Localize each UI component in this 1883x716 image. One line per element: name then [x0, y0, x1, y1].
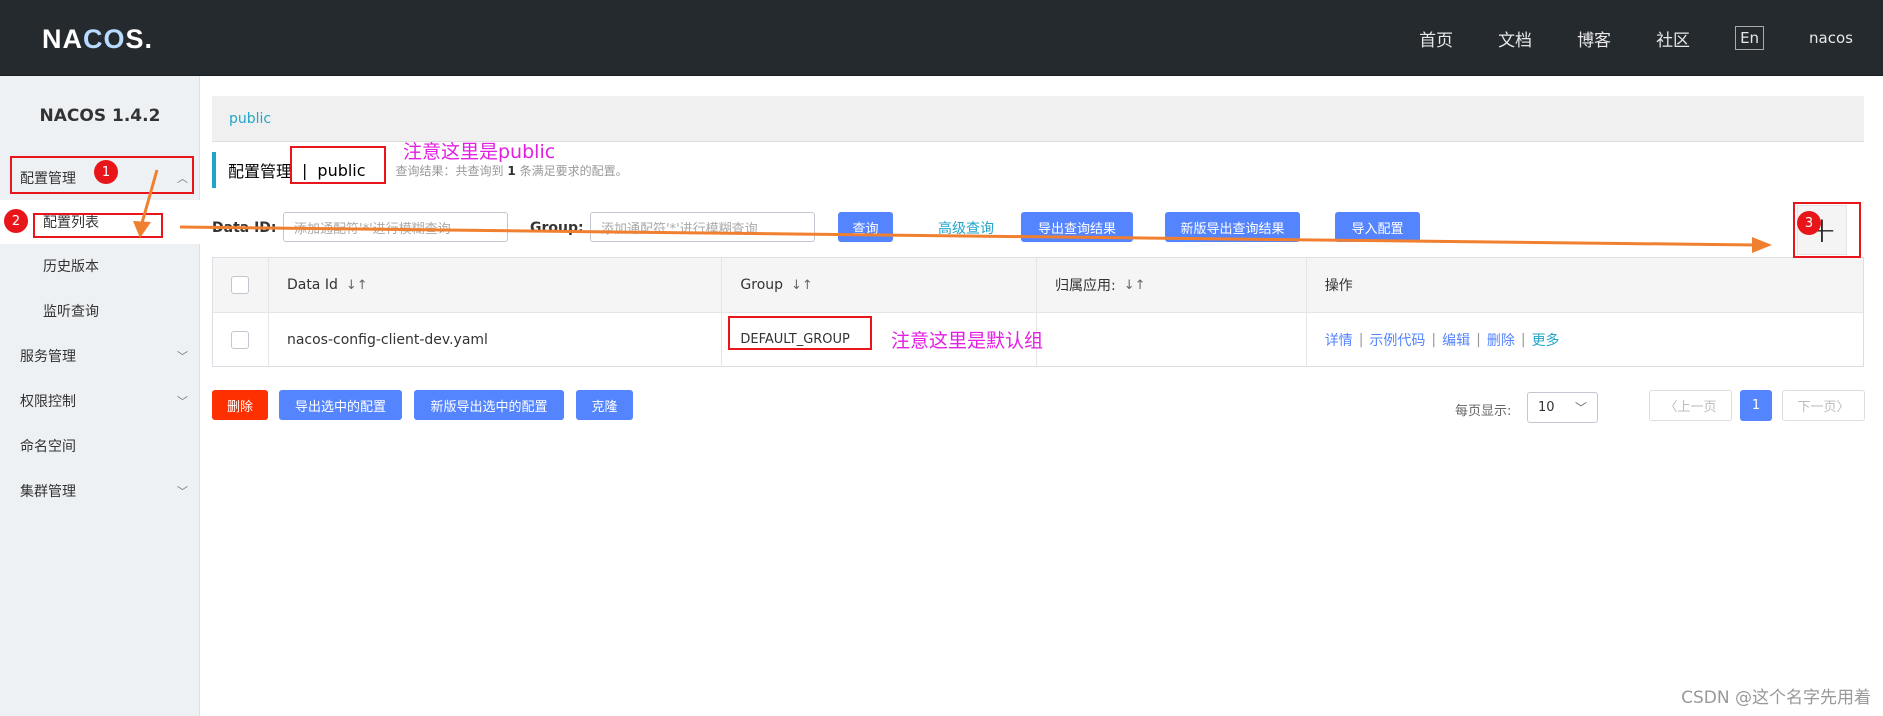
cell-actions: 详情 | 示例代码 | 编辑 | 删除 | 更多: [1307, 313, 1863, 366]
chevron-down-icon: ﹀: [1574, 401, 1587, 415]
annotation-note-default-group: 注意这里是默认组: [891, 330, 1044, 352]
row-checkbox[interactable]: [231, 330, 249, 349]
export-selected-new-button[interactable]: 新版导出选中的配置: [414, 390, 564, 420]
sidebar-item-label: 监听查询: [43, 304, 99, 320]
result-prefix: 查询结果：共查询到: [395, 163, 504, 178]
top-bar: NACOS. 首页 文档 博客 社区 En nacos: [0, 0, 1883, 76]
header-label: 操作: [1324, 278, 1353, 294]
annotation-marker-1: 1: [94, 160, 118, 184]
result-count: 1: [507, 163, 516, 178]
prev-label: 上一页: [1677, 400, 1717, 415]
page-size-select[interactable]: 10 ﹀: [1527, 392, 1598, 423]
namespace-tab-public[interactable]: public: [229, 111, 271, 127]
prev-page-button[interactable]: 〈上一页: [1649, 390, 1732, 421]
delete-selected-button[interactable]: 删除: [212, 390, 268, 420]
namespace-bar: public: [212, 96, 1864, 142]
page-title-main: 配置管理: [228, 162, 293, 181]
annotation-box-config-list: [33, 213, 163, 238]
export-results-new-button[interactable]: 新版导出查询结果: [1165, 212, 1300, 242]
chevron-left-icon: 〈: [1664, 400, 1678, 415]
sort-icon[interactable]: ↓↑: [791, 278, 813, 293]
sidebar-item-listener-query[interactable]: 监听查询: [0, 289, 200, 333]
annotation-note-public: 注意这里是public: [403, 141, 556, 163]
group-label: Group:: [530, 220, 584, 236]
query-result-summary: 查询结果：共查询到 1 条满足要求的配置。: [396, 162, 628, 179]
annotation-box-default-group: [728, 316, 872, 350]
cell-app: [1037, 313, 1307, 366]
header-data-id[interactable]: Data Id ↓↑: [269, 258, 723, 312]
user-menu[interactable]: nacos: [1809, 29, 1853, 47]
sidebar-item-label: 历史版本: [43, 259, 99, 275]
delete-link[interactable]: 删除: [1487, 330, 1515, 350]
advanced-query-link[interactable]: 高级查询: [938, 218, 994, 238]
nav-community[interactable]: 社区: [1656, 26, 1690, 51]
sidebar-item-label: 服务管理: [20, 349, 76, 365]
language-toggle[interactable]: En: [1735, 26, 1765, 50]
nav-home[interactable]: 首页: [1419, 26, 1453, 51]
export-results-button[interactable]: 导出查询结果: [1021, 212, 1133, 242]
data-id-label: Data ID:: [212, 220, 277, 236]
header-label: 归属应用:: [1055, 278, 1116, 294]
logo-text-mid: CO: [83, 24, 126, 54]
version-label: NACOS 1.4.2: [39, 106, 161, 126]
next-page-button[interactable]: 下一页〉: [1782, 390, 1865, 421]
header-checkbox-cell: [213, 258, 269, 312]
op-separator: |: [1431, 331, 1437, 348]
page-number-current[interactable]: 1: [1740, 390, 1772, 421]
page-size-label: 每页显示:: [1455, 404, 1512, 419]
top-nav: 首页 文档 博客 社区 En nacos: [1419, 0, 1883, 76]
nav-blog[interactable]: 博客: [1577, 26, 1611, 51]
header-group[interactable]: Group ↓↑: [722, 258, 1038, 312]
next-label: 下一页: [1797, 400, 1837, 415]
sort-icon[interactable]: ↓↑: [346, 278, 368, 293]
op-separator: |: [1520, 331, 1526, 348]
cell-data-id: nacos-config-client-dev.yaml: [269, 313, 723, 366]
sidebar-item-access-control[interactable]: 权限控制 ﹀: [0, 379, 200, 423]
chevron-down-icon: ﹀: [177, 350, 188, 363]
op-separator: |: [1358, 331, 1364, 348]
edit-link[interactable]: 编辑: [1442, 330, 1470, 350]
query-button[interactable]: 查询: [838, 212, 893, 242]
more-link[interactable]: 更多: [1532, 330, 1560, 350]
chevron-right-icon: 〉: [1836, 400, 1850, 415]
sidebar-item-label: 命名空间: [20, 439, 76, 455]
logo-text-right: S.: [125, 24, 154, 54]
table-header-row: Data Id ↓↑ Group ↓↑ 归属应用: ↓↑ 操作: [213, 258, 1863, 313]
nav-docs[interactable]: 文档: [1498, 26, 1532, 51]
import-config-button[interactable]: 导入配置: [1335, 212, 1420, 242]
header-label: Data Id: [286, 277, 338, 293]
sample-code-link[interactable]: 示例代码: [1369, 330, 1425, 350]
row-checkbox-cell: [213, 313, 269, 366]
select-all-checkbox[interactable]: [231, 276, 249, 294]
nacos-logo[interactable]: NACOS.: [42, 24, 153, 55]
sidebar-item-service-management[interactable]: 服务管理 ﹀: [0, 334, 200, 378]
chevron-down-icon: ﹀: [177, 485, 188, 498]
chevron-down-icon: ﹀: [177, 395, 188, 408]
header-label: Group: [740, 277, 784, 293]
data-id-input[interactable]: 添加通配符'*'进行模糊查询: [283, 212, 508, 242]
annotation-marker-2: 2: [4, 209, 28, 233]
sidebar-item-label: 权限控制: [20, 394, 76, 410]
result-suffix: 条满足要求的配置。: [519, 163, 628, 178]
logo-text-left: NA: [42, 24, 83, 54]
annotation-box-public: [290, 146, 386, 184]
header-actions: 操作: [1307, 258, 1863, 312]
header-app[interactable]: 归属应用: ↓↑: [1037, 258, 1307, 312]
clone-button[interactable]: 克隆: [576, 390, 633, 420]
sidebar-item-history[interactable]: 历史版本: [0, 244, 200, 288]
sidebar-item-namespace[interactable]: 命名空间: [0, 424, 200, 468]
sidebar-item-label: 集群管理: [20, 484, 76, 500]
details-link[interactable]: 详情: [1325, 330, 1353, 350]
page-size-value: 10: [1538, 400, 1555, 415]
sidebar-item-cluster-management[interactable]: 集群管理 ﹀: [0, 469, 200, 513]
op-separator: |: [1476, 331, 1481, 348]
group-input[interactable]: 添加通配符'*'进行模糊查询: [590, 212, 815, 242]
watermark: CSDN @这个名字先用着: [1681, 688, 1871, 708]
export-selected-button[interactable]: 导出选中的配置: [279, 390, 402, 420]
sort-icon[interactable]: ↓↑: [1124, 278, 1146, 293]
annotation-marker-3: 3: [1797, 211, 1821, 235]
